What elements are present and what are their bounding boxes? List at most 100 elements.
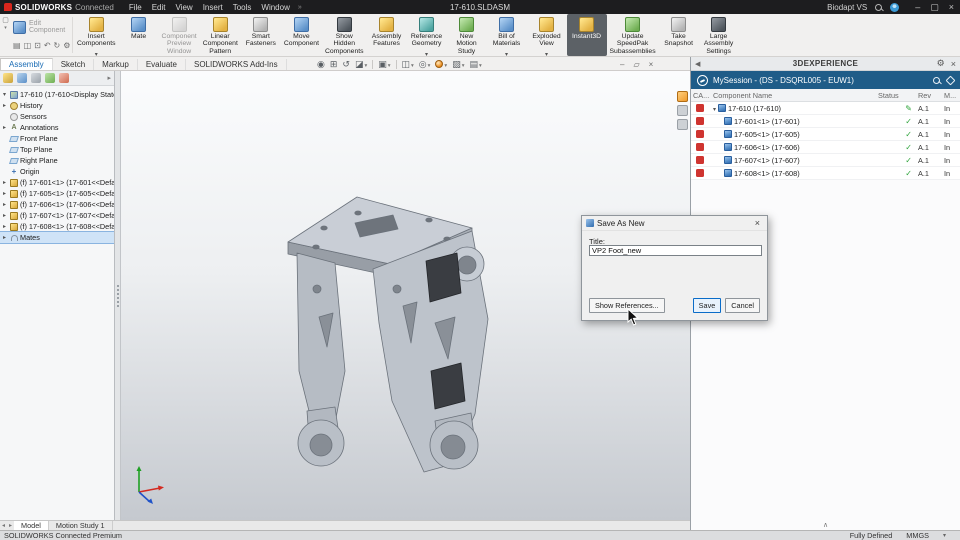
tree-item-part-17-608[interactable]: ▸ (f) 17-608<1> (17-608<<Default>: [0, 221, 114, 232]
assembly-features-button[interactable]: Assembly Features: [367, 14, 407, 56]
maximize-button[interactable]: ▢: [930, 2, 939, 13]
status-units[interactable]: MMGS: [906, 531, 929, 540]
tree-item-top-plane[interactable]: Top Plane: [0, 144, 114, 155]
minimize-button[interactable]: –: [915, 2, 920, 13]
save-button[interactable]: Save: [692, 298, 722, 313]
tree-item-origin[interactable]: Origin: [0, 166, 114, 177]
large-assembly-settings-button[interactable]: Large Assembly Settings: [699, 14, 739, 56]
menu-edit[interactable]: Edit: [147, 3, 171, 12]
save-icon[interactable]: ◫: [24, 41, 32, 50]
close-pane-icon[interactable]: ×: [649, 60, 654, 69]
tree-item-sensors[interactable]: Sensors: [0, 111, 114, 122]
user-avatar-icon[interactable]: [890, 2, 900, 12]
tree-item-annotations[interactable]: ▸ Annotations: [0, 122, 114, 133]
units-dropdown-icon[interactable]: ▾: [943, 532, 946, 539]
tab-markup[interactable]: Markup: [94, 59, 138, 70]
zoom-to-area-icon[interactable]: ⊞: [330, 59, 338, 70]
component-row-17-610[interactable]: 17-610 (17-610) A.1 In: [691, 102, 960, 115]
title-input[interactable]: [589, 245, 762, 256]
bill-of-materials-button[interactable]: Bill of Materials: [487, 14, 527, 56]
update-speedpak-button[interactable]: Update SpeedPak Subassemblies: [607, 14, 659, 56]
menu-file[interactable]: File: [124, 3, 147, 12]
new-document-icon[interactable]: ▢: [2, 16, 9, 24]
undo-icon[interactable]: ↶: [44, 41, 51, 50]
tree-item-part-17-607[interactable]: ▸ (f) 17-607<1> (17-607<<Default>: [0, 210, 114, 221]
edit-appearance-icon[interactable]: [435, 59, 447, 69]
tree-item-front-plane[interactable]: Front Plane: [0, 133, 114, 144]
edit-component-button[interactable]: Edit Component: [13, 16, 69, 38]
help-icon[interactable]: [677, 119, 688, 130]
dialog-close-icon[interactable]: ×: [752, 218, 763, 228]
tab-model[interactable]: Model: [14, 521, 49, 530]
insert-components-button[interactable]: Insert Components: [74, 14, 119, 56]
account-name[interactable]: Biodapt VS: [827, 3, 867, 12]
cancel-button[interactable]: Cancel: [725, 298, 760, 313]
view-orientation-icon[interactable]: ▣: [378, 59, 390, 70]
menu-tools[interactable]: Tools: [228, 3, 257, 12]
column-m[interactable]: M...: [942, 91, 960, 100]
collapse-panel-icon[interactable]: ◀: [695, 60, 700, 68]
mate-button[interactable]: Mate: [119, 14, 159, 56]
tab-scroll-right-icon[interactable]: ▸: [7, 522, 14, 529]
column-rev[interactable]: Rev: [916, 91, 942, 100]
restore-pane-icon[interactable]: ▱: [633, 60, 639, 69]
tree-item-part-17-605[interactable]: ▸ (f) 17-605<1> (17-605<<Default>: [0, 188, 114, 199]
rebuild-icon[interactable]: ↻: [54, 41, 61, 50]
instant3d-button[interactable]: Instant3D: [566, 14, 607, 56]
dialog-title-bar[interactable]: Save As New ×: [582, 216, 767, 231]
component-row-17-605[interactable]: 17-605<1> (17-605) A.1 In: [691, 128, 960, 141]
component-preview-window-button[interactable]: Component Preview Window: [159, 14, 200, 56]
tab-assembly[interactable]: Assembly: [0, 58, 53, 70]
feature-manager-design-tree-icon[interactable]: [3, 73, 13, 83]
minimize-pane-icon[interactable]: –: [620, 60, 624, 69]
configuration-manager-icon[interactable]: [31, 73, 41, 83]
column-status[interactable]: Status: [876, 91, 916, 100]
exploded-view-button[interactable]: Exploded View: [527, 14, 567, 56]
component-row-17-606[interactable]: 17-606<1> (17-606) A.1 In: [691, 141, 960, 154]
tab-sketch[interactable]: Sketch: [53, 59, 95, 70]
menu-window[interactable]: Window: [256, 3, 294, 12]
design-library-icon[interactable]: [677, 105, 688, 116]
menu-view[interactable]: View: [171, 3, 198, 12]
zoom-to-fit-icon[interactable]: ◉: [317, 59, 325, 70]
tree-item-right-plane[interactable]: Right Plane: [0, 155, 114, 166]
menu-insert[interactable]: Insert: [198, 3, 228, 12]
panel-collapse-chevron[interactable]: ∧: [691, 520, 960, 530]
previous-view-icon[interactable]: ↺: [342, 59, 350, 70]
reference-geometry-button[interactable]: Reference Geometry: [407, 14, 447, 56]
hide-show-items-icon[interactable]: ◎: [419, 59, 431, 70]
three-d-experience-home-icon[interactable]: [677, 91, 688, 102]
column-component-name[interactable]: Component Name: [711, 91, 876, 100]
session-tag-icon[interactable]: [945, 75, 956, 85]
close-button[interactable]: ×: [949, 2, 954, 13]
open-icon[interactable]: ▤: [13, 41, 21, 50]
panel-close-icon[interactable]: ×: [951, 59, 956, 69]
smart-fasteners-button[interactable]: Smart Fasteners: [241, 14, 281, 56]
component-row-17-601[interactable]: 17-601<1> (17-601) A.1 In: [691, 115, 960, 128]
tree-item-part-17-606[interactable]: ▸ (f) 17-606<1> (17-606<<Default>: [0, 199, 114, 210]
options-icon[interactable]: ⚙: [63, 41, 70, 50]
tab-motion-study-1[interactable]: Motion Study 1: [49, 521, 113, 530]
pin-menu-icon[interactable]: »: [298, 4, 302, 11]
panel-settings-gear-icon[interactable]: ⚙: [937, 58, 945, 69]
column-ca[interactable]: CA...: [691, 91, 711, 100]
dropdown-arrow-icon[interactable]: ▾: [4, 25, 7, 31]
cw-manager-icon[interactable]: [59, 73, 69, 83]
move-component-button[interactable]: Move Component: [281, 14, 322, 56]
my-session-bar[interactable]: MySession - (DS - DSQRL005 - EUW1): [691, 71, 960, 89]
tab-scroll-left-icon[interactable]: ◂: [0, 522, 7, 529]
print-icon[interactable]: ⊡: [34, 41, 41, 50]
row-expander-icon[interactable]: [713, 104, 716, 113]
linear-component-pattern-button[interactable]: Linear Component Pattern: [200, 14, 241, 56]
property-manager-icon[interactable]: [17, 73, 27, 83]
apply-scene-icon[interactable]: ▨: [452, 59, 464, 70]
display-manager-icon[interactable]: [45, 73, 55, 83]
tab-evaluate[interactable]: Evaluate: [138, 59, 186, 70]
new-motion-study-button[interactable]: New Motion Study: [447, 14, 487, 56]
component-row-17-607[interactable]: 17-607<1> (17-607) A.1 In: [691, 154, 960, 167]
pane-expand-icon[interactable]: ▸: [107, 74, 111, 82]
tab-solidworks-add-ins[interactable]: SOLIDWORKS Add-Ins: [186, 59, 287, 70]
tree-item-history[interactable]: ▸ History: [0, 100, 114, 111]
session-search-icon[interactable]: [933, 76, 940, 84]
tree-item-mates[interactable]: ▸ Mates: [0, 231, 114, 244]
